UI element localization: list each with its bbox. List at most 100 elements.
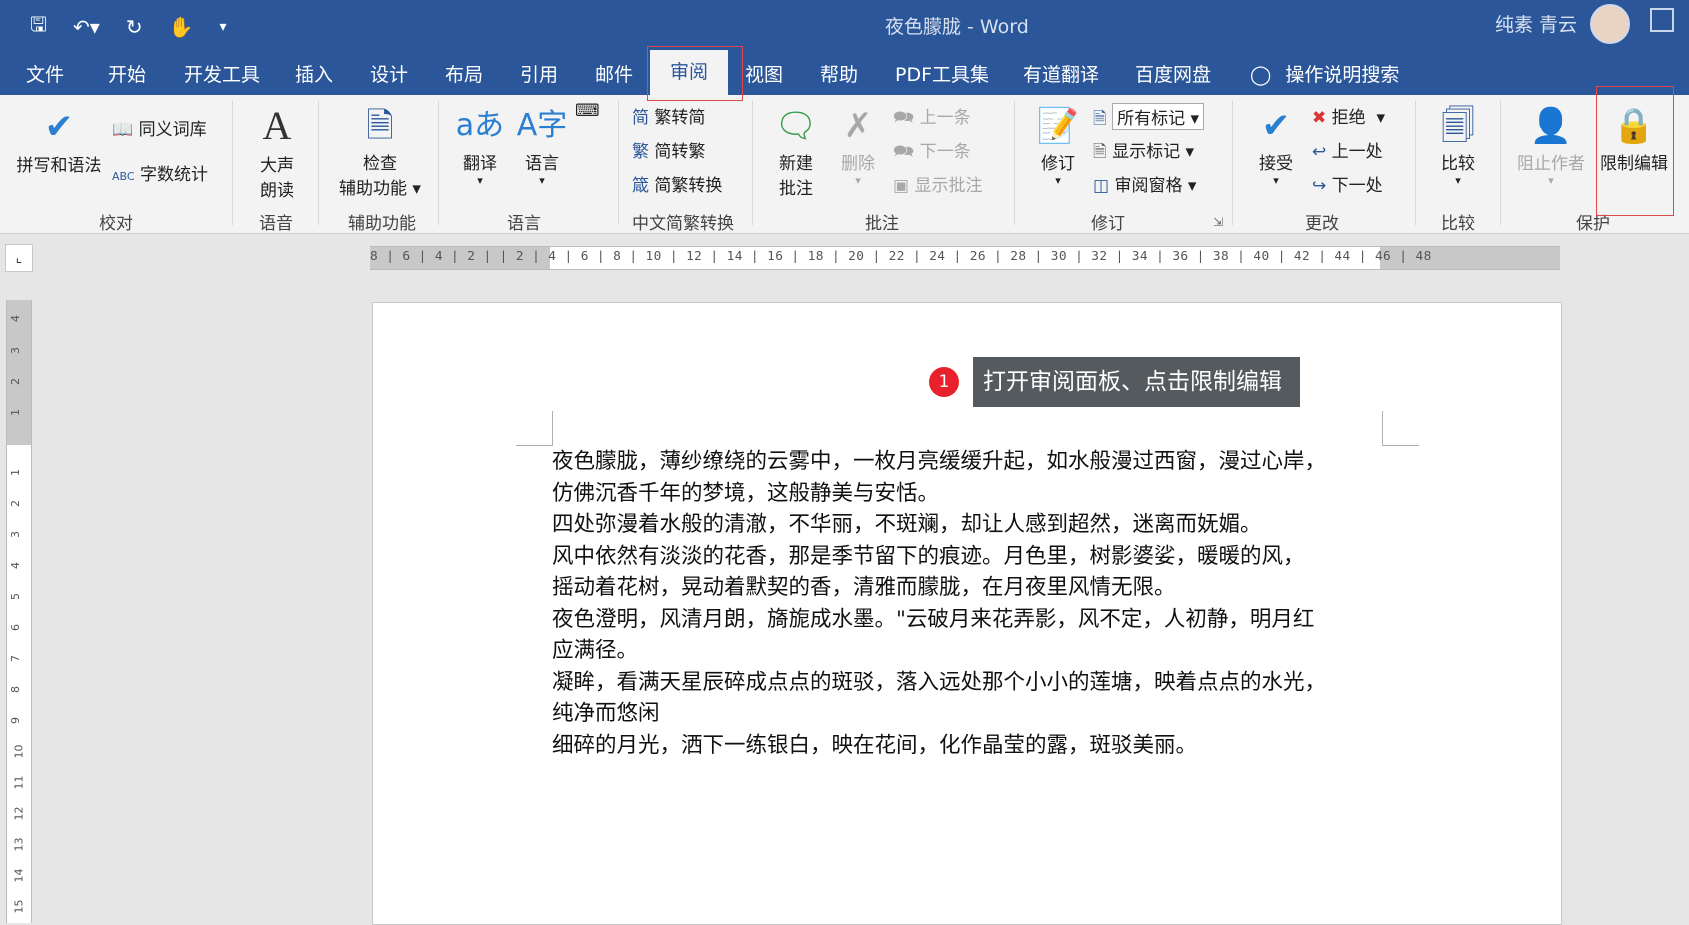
read-aloud-button[interactable]: A 大声 朗读 xyxy=(248,101,306,201)
tab-baidu-netdisk[interactable]: 百度网盘 xyxy=(1135,60,1211,87)
tab-developer[interactable]: 开发工具 xyxy=(184,60,260,87)
tab-file[interactable]: 文件 xyxy=(26,60,64,87)
vruler-num: 5 xyxy=(9,593,22,600)
tab-references[interactable]: 引用 xyxy=(520,60,558,87)
tab-view[interactable]: 视图 xyxy=(745,60,783,87)
spelling-grammar-button[interactable]: ✔ 拼写和语法 xyxy=(14,103,104,176)
track-changes-button[interactable]: 📝 修订 ▾ xyxy=(1030,103,1086,187)
review-pane-button[interactable]: ◫ 审阅窗格 ▾ xyxy=(1093,171,1196,196)
next-change-icon: ↪ xyxy=(1312,176,1327,196)
restrict-editing-label: 限制编辑 xyxy=(1600,154,1668,174)
language-button[interactable]: A字 语言 ▾ xyxy=(512,103,572,187)
ruler-area: ⌞ 8 | 6 | 4 | 2 | | 2 | 4 | 6 | 8 | 10 |… xyxy=(0,234,1689,272)
traditional-to-simplified-label: 繁转简 xyxy=(654,108,706,128)
tab-youdao-translate[interactable]: 有道翻译 xyxy=(1023,60,1099,87)
block-authors-label: 阻止作者 xyxy=(1517,154,1585,174)
language-icon: A字 xyxy=(516,108,568,143)
simplified-to-traditional-label: 简转繁 xyxy=(654,142,706,162)
tab-selector[interactable]: ⌞ xyxy=(5,244,33,272)
next-change-label: 下一处 xyxy=(1331,176,1383,196)
tracking-options-launcher-icon[interactable]: ⇲ xyxy=(1213,215,1223,229)
new-comment-label-2: 批注 xyxy=(779,179,813,199)
track-changes-label: 修订 xyxy=(1041,154,1075,174)
restrict-editing-button[interactable]: 🔒 限制编辑 xyxy=(1596,103,1672,174)
chinese-conversion-label: 简繁转换 xyxy=(654,176,723,196)
tab-review[interactable]: 审阅 xyxy=(650,50,729,95)
vertical-ruler[interactable]: 4 3 2 1 1 2 3 4 5 6 7 8 9 10 11 12 13 14… xyxy=(6,300,32,923)
ribbon-review: ✔ 拼写和语法 📖 同义词库 ABC 字数统计 校对 A 大声 朗读 语音 🗎 … xyxy=(0,95,1689,234)
avatar[interactable] xyxy=(1590,4,1630,44)
ribbon-tabs: 文件 开始 开发工具 插入 设计 布局 引用 邮件 审阅 视图 帮助 PDF工具… xyxy=(0,50,1689,95)
vruler-num: 6 xyxy=(9,624,22,631)
traditional-to-simplified-button[interactable]: 简 繁转简 xyxy=(632,103,705,128)
previous-comment-button[interactable]: 🗪 上一条 xyxy=(893,103,971,134)
accept-button[interactable]: ✔ 接受 ▾ xyxy=(1248,103,1304,187)
show-comments-button[interactable]: ▣ 显示批注 xyxy=(893,171,982,196)
undo-icon[interactable]: ↶▾ xyxy=(73,15,100,39)
reject-button[interactable]: ✖ 拒绝 ▾ xyxy=(1312,103,1385,128)
accessibility-check-icon: 🗎 xyxy=(366,106,394,146)
read-aloud-label-2: 朗读 xyxy=(260,181,294,201)
document-line: 风中依然有淡淡的花香，那是季节留下的痕迹。月色里，树影婆娑，暖暖的风， xyxy=(552,543,1305,569)
word-count-label: 字数统计 xyxy=(139,165,208,185)
next-comment-button[interactable]: 🗪 下一条 xyxy=(893,137,971,168)
thesaurus-label: 同义词库 xyxy=(138,120,207,140)
check-accessibility-button[interactable]: 🗎 检查 辅助功能 ▾ xyxy=(330,103,430,199)
previous-change-button[interactable]: ↩ 上一处 xyxy=(1312,137,1383,162)
touch-mode-icon[interactable]: ✋ xyxy=(169,15,194,39)
tab-mailings[interactable]: 邮件 xyxy=(595,60,633,87)
document-line: 夜色澄明，风清月朗，旖旎成水墨。"云破月来花弄影，风不定，人初静，明月红 xyxy=(552,606,1315,632)
horizontal-ruler[interactable]: 8 | 6 | 4 | 2 | | 2 | 4 | 6 | 8 | 10 | 1… xyxy=(370,246,1560,270)
tab-help[interactable]: 帮助 xyxy=(820,60,858,87)
translate-button[interactable]: aあ 翻译 ▾ xyxy=(452,103,508,187)
previous-change-label: 上一处 xyxy=(1331,142,1383,162)
thesaurus-button[interactable]: 📖 同义词库 xyxy=(112,115,207,140)
translate-label: 翻译 xyxy=(463,154,497,174)
ribbon-display-options-icon[interactable] xyxy=(1650,8,1674,32)
group-label-chinese-conversion: 中文简繁转换 xyxy=(632,214,734,234)
document-line: 凝眸，看满天星辰碎成点点的斑驳，落入远处那个小小的莲塘，映着点点的水光， xyxy=(552,669,1327,695)
document-line: 夜色朦胧，薄纱缭绕的云雾中，一枚月亮缓缓升起，如水般漫过西窗，漫过心岸， xyxy=(552,449,1327,474)
new-comment-button[interactable]: 🗨 新建 批注 xyxy=(768,103,824,199)
document-body[interactable]: 夜色朦胧，薄纱缭绕的云雾中，一枚月亮缓缓升起，如水般漫过西窗，漫过心岸， 仿佛沉… xyxy=(552,446,1392,761)
document-line: 纯净而悠闲 xyxy=(552,701,660,726)
restrict-editing-lock-icon: 🔒 xyxy=(1612,106,1656,146)
tab-insert[interactable]: 插入 xyxy=(295,60,333,87)
tab-design[interactable]: 设计 xyxy=(370,60,408,87)
group-label-proofing: 校对 xyxy=(99,214,133,234)
document-line: 摇动着花树，晃动着默契的香，清雅而朦胧，在月夜里风情无限。 xyxy=(552,575,1176,600)
compare-button[interactable]: 🗐 比较 ▾ xyxy=(1430,103,1486,187)
accept-icon: ✔ xyxy=(1261,106,1291,146)
delete-comment-button[interactable]: ✗ 删除 ▾ xyxy=(830,103,886,187)
chinese-conversion-button[interactable]: 箴 简繁转换 xyxy=(632,171,722,196)
tab-layout[interactable]: 布局 xyxy=(445,60,483,87)
show-markup-button[interactable]: 🗎 显示标记 ▾ xyxy=(1093,137,1194,168)
tab-pdf-tools[interactable]: PDF工具集 xyxy=(895,60,989,87)
markup-select[interactable]: 所有标记 ▾ xyxy=(1112,103,1205,130)
block-authors-button[interactable]: 👤 阻止作者 ▾ xyxy=(1513,103,1589,187)
vruler-num: 12 xyxy=(12,806,26,821)
next-change-button[interactable]: ↪ 下一处 xyxy=(1312,171,1383,196)
tab-home[interactable]: 开始 xyxy=(108,60,146,87)
document-line: 应满径。 xyxy=(552,638,639,663)
delete-comment-label: 删除 xyxy=(841,154,875,174)
vruler-num: 13 xyxy=(12,837,26,852)
word-count-button[interactable]: ABC 字数统计 xyxy=(112,160,208,185)
vruler-num: 15 xyxy=(12,899,26,914)
title-bar: 🖫 ↶▾ ↻ ✋ ▾ 夜色朦胧 - Word 纯素 青云 xyxy=(0,0,1689,50)
spelling-check-icon: ✔ xyxy=(44,107,74,147)
save-icon[interactable]: 🖫 xyxy=(30,10,47,44)
tell-me-search[interactable]: ◯ 操作说明搜索 xyxy=(1250,60,1399,87)
redo-icon[interactable]: ↻ xyxy=(126,15,143,39)
markup-icon: 🗎 xyxy=(1093,109,1107,129)
previous-comment-label: 上一条 xyxy=(919,108,971,128)
simplified-to-traditional-button[interactable]: 繁 简转繁 xyxy=(632,137,705,162)
user-name[interactable]: 纯素 青云 xyxy=(1495,10,1577,37)
crop-mark-right xyxy=(1382,411,1419,446)
customize-qat-icon[interactable]: ▾ xyxy=(220,19,227,35)
keyboard-icon[interactable]: ⌨ xyxy=(575,101,600,121)
group-label-compare: 比较 xyxy=(1441,214,1475,234)
reject-label: 拒绝 xyxy=(1331,108,1366,128)
accept-label: 接受 xyxy=(1259,154,1293,174)
document-line: 四处弥漫着水般的清澈，不华丽，不斑斓，却让人感到超然，迷离而妩媚。 xyxy=(552,512,1262,537)
